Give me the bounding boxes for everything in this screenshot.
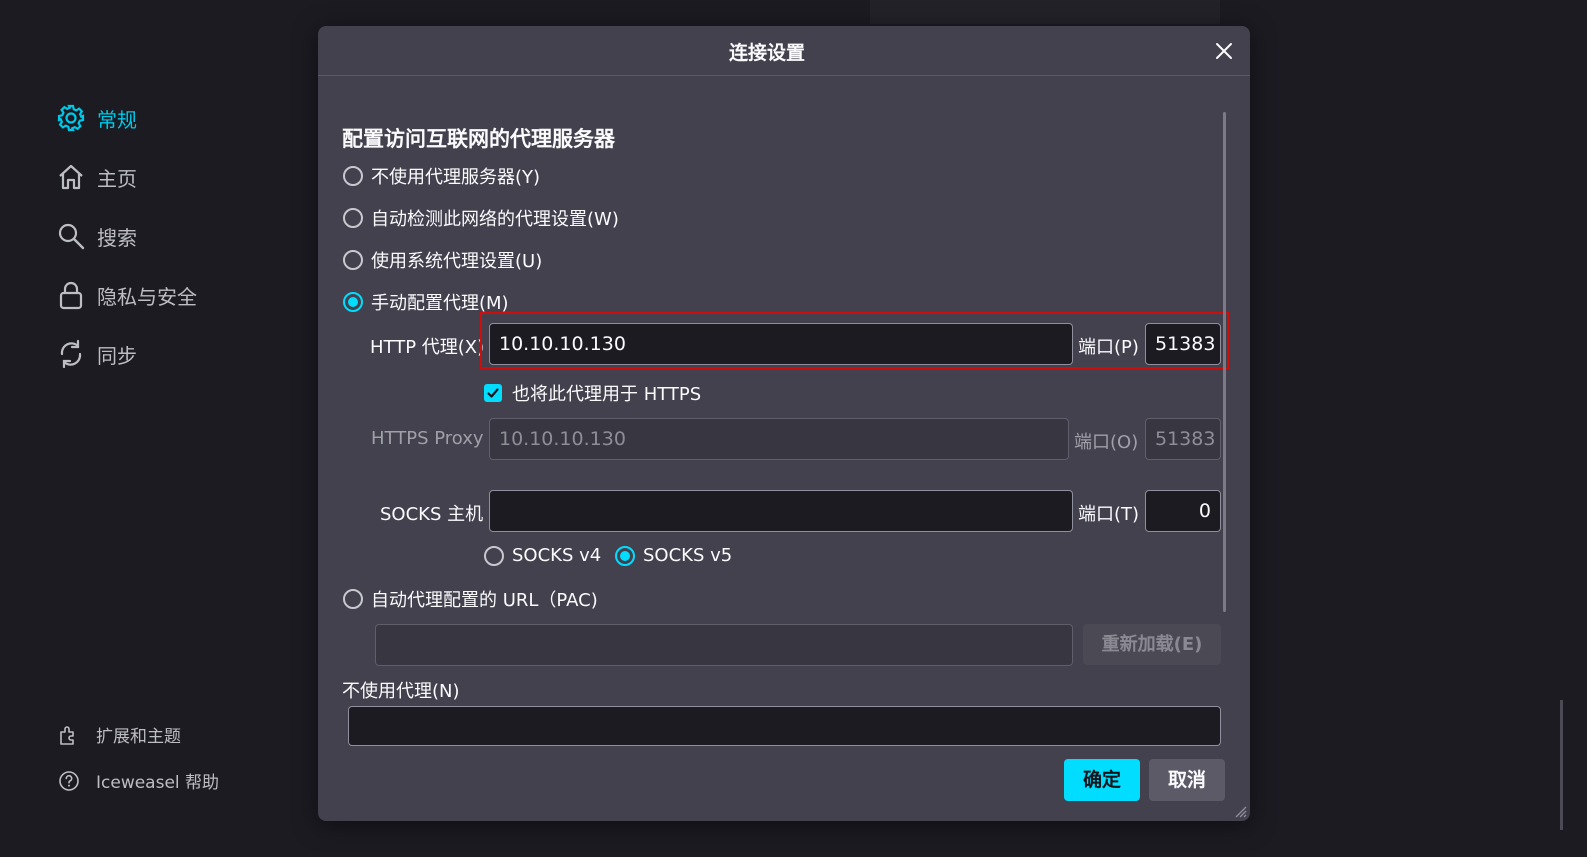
radio-circle[interactable]: [343, 208, 363, 228]
also-https-checkbox[interactable]: 也将此代理用于 HTTPS: [484, 380, 701, 406]
checkbox-checked[interactable]: [484, 384, 502, 402]
close-icon: [1216, 43, 1232, 59]
http-proxy-label: HTTP 代理(X): [370, 337, 485, 358]
gear-icon: [56, 103, 86, 133]
sidebar-item-general[interactable]: 常规: [56, 98, 137, 138]
sidebar-item-home[interactable]: 主页: [56, 157, 137, 197]
dialog-title: 连接设置: [728, 42, 805, 64]
checkbox-label: 也将此代理用于 HTTPS: [512, 384, 702, 405]
page-scrollbar[interactable]: [1560, 700, 1563, 830]
close-button[interactable]: [1213, 40, 1235, 62]
no-proxy-for-label: 不使用代理(N): [342, 681, 460, 702]
preferences-sidebar: 常规 主页 搜索 隐私与安全 同步 扩展和主题 Iceweasel 帮助: [0, 0, 318, 857]
search-icon: [56, 221, 86, 251]
sidebar-item-privacy[interactable]: 隐私与安全: [56, 275, 197, 315]
radio-circle[interactable]: [343, 166, 363, 186]
radio-auto-detect[interactable]: 自动检测此网络的代理设置(W): [343, 205, 619, 231]
connection-settings-dialog: 连接设置 配置访问互联网的代理服务器 不使用代理服务器(Y) 自动检测此网络的代…: [318, 26, 1250, 821]
ok-button[interactable]: 确定: [1064, 759, 1140, 801]
no-proxy-for-input[interactable]: [348, 706, 1221, 746]
radio-label: 不使用代理服务器(Y): [371, 167, 541, 188]
radio-circle[interactable]: [343, 250, 363, 270]
resize-grip-icon[interactable]: [1230, 801, 1248, 819]
radio-socks-v4[interactable]: SOCKS v4: [484, 545, 601, 566]
radio-system-proxy[interactable]: 使用系统代理设置(U): [343, 247, 542, 273]
dialog-header: 连接设置: [318, 26, 1250, 76]
sidebar-item-label: 常规: [97, 107, 137, 132]
sidebar-item-label: 扩展和主题: [96, 727, 181, 747]
sidebar-item-label: Iceweasel 帮助: [96, 773, 220, 793]
home-icon: [56, 162, 86, 192]
sidebar-item-extensions[interactable]: 扩展和主题: [58, 722, 181, 747]
sidebar-item-help[interactable]: Iceweasel 帮助: [58, 768, 219, 793]
radio-socks-v5[interactable]: SOCKS v5: [615, 545, 732, 566]
sidebar-item-label: 隐私与安全: [97, 284, 197, 309]
https-proxy-input[interactable]: 10.10.10.130: [489, 418, 1069, 460]
radio-circle-selected[interactable]: [615, 545, 635, 566]
sidebar-item-label: 主页: [97, 166, 137, 191]
highlight-box: [480, 312, 1229, 369]
puzzle-icon: [58, 724, 80, 746]
lock-icon: [56, 280, 86, 310]
radio-pac[interactable]: 自动代理配置的 URL（PAC): [343, 586, 598, 612]
socks-port-input[interactable]: 0: [1145, 490, 1221, 532]
cancel-button[interactable]: 取消: [1149, 759, 1225, 801]
sidebar-item-sync[interactable]: 同步: [56, 334, 137, 374]
dialog-scrollbar[interactable]: [1223, 112, 1226, 612]
pac-url-input[interactable]: [375, 624, 1073, 666]
section-title: 配置访问互联网的代理服务器: [342, 127, 615, 151]
radio-label: 自动代理配置的 URL（PAC): [371, 590, 598, 611]
socks-port-label: 端口(T): [1078, 504, 1140, 525]
radio-label: SOCKS v5: [643, 545, 733, 566]
socks-host-label: SOCKS 主机: [380, 504, 484, 525]
socks-host-input[interactable]: [489, 490, 1073, 532]
radio-no-proxy[interactable]: 不使用代理服务器(Y): [343, 163, 540, 189]
sync-icon: [56, 339, 86, 369]
radio-circle-selected[interactable]: [343, 292, 363, 312]
https-proxy-label: HTTPS Proxy: [371, 428, 484, 449]
https-port-label: 端口(O): [1074, 432, 1139, 453]
reload-button[interactable]: 重新加载(E): [1083, 624, 1221, 665]
sidebar-item-label: 同步: [97, 343, 137, 368]
check-icon: [487, 388, 499, 398]
sidebar-item-search[interactable]: 搜索: [56, 216, 137, 256]
background-panel: [870, 0, 1220, 24]
radio-circle[interactable]: [484, 545, 504, 566]
radio-label: 使用系统代理设置(U): [371, 251, 543, 272]
radio-label: SOCKS v4: [512, 545, 602, 566]
sidebar-item-label: 搜索: [97, 225, 137, 250]
https-port-input[interactable]: 51383: [1145, 418, 1221, 460]
radio-circle[interactable]: [343, 589, 363, 609]
radio-label: 自动检测此网络的代理设置(W): [371, 209, 619, 230]
help-icon: [58, 770, 80, 792]
